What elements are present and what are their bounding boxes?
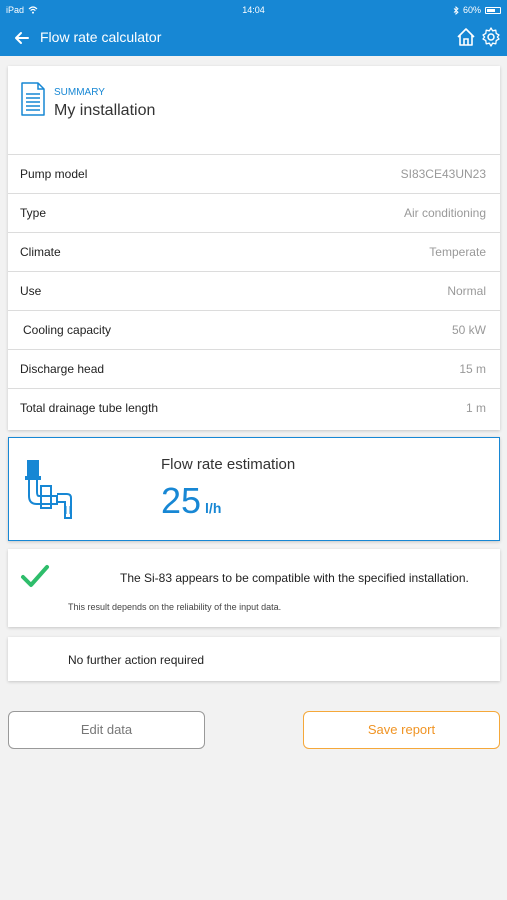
status-bar: iPad 14:04 60% [0,0,507,20]
page-title: Flow rate calculator [40,29,162,45]
detail-value: 50 kW [451,323,486,337]
nav-bar: Flow rate calculator [0,20,507,56]
document-icon [21,82,45,116]
installation-details-list: Pump model SI83CE43UN23 Type Air conditi… [8,154,500,427]
flow-rate-unit: l/h [205,500,222,516]
gear-icon[interactable] [480,26,502,48]
bluetooth-icon [453,5,459,15]
detail-value: 1 m [465,401,486,415]
flow-rate-card: Flow rate estimation 25 l/h [8,437,500,541]
summary-title: My installation [54,102,156,119]
compatibility-message: The Si-83 appears to be compatible with … [120,571,469,585]
status-right: 60% [453,5,501,15]
detail-label: Pump model [20,167,88,181]
checkmark-icon [21,565,49,587]
detail-row-use: Use Normal [8,271,500,310]
detail-label: Discharge head [20,362,105,376]
save-report-button[interactable]: Save report [303,711,500,749]
detail-label: Total drainage tube length [20,401,159,415]
flow-rate-value: 25 l/h [161,480,221,522]
detail-value: Air conditioning [403,206,486,220]
home-icon[interactable] [455,26,477,48]
compatibility-note: This result depends on the reliability o… [68,602,282,612]
detail-value: Normal [447,284,486,298]
detail-row-cooling-capacity: Cooling capacity 50 kW [8,310,500,349]
action-card: No further action required [8,637,500,681]
battery-percent: 60% [462,5,481,15]
pump-icon [25,460,72,519]
detail-label: Cooling capacity [23,323,112,337]
detail-row-pump-model: Pump model SI83CE43UN23 [8,154,500,193]
summary-card: SUMMARY My installation Pump model SI83C… [8,66,500,430]
detail-value: Temperate [429,245,486,259]
detail-row-tube-length: Total drainage tube length 1 m [8,388,500,427]
detail-row-discharge-head: Discharge head 15 m [8,349,500,388]
compatibility-card: The Si-83 appears to be compatible with … [8,549,500,627]
detail-row-type: Type Air conditioning [8,193,500,232]
detail-value: 15 m [459,362,486,376]
detail-row-climate: Climate Temperate [8,232,500,271]
detail-value: SI83CE43UN23 [400,167,486,181]
detail-label: Climate [20,245,61,259]
battery-icon [485,6,501,14]
flow-rate-title: Flow rate estimation [161,456,296,473]
edit-data-button[interactable]: Edit data [8,711,205,749]
detail-label: Use [20,284,42,298]
back-arrow-icon[interactable] [12,28,32,48]
detail-label: Type [20,206,47,220]
summary-section-label: SUMMARY [54,87,105,98]
flow-rate-number: 25 [161,480,202,521]
status-time: 14:04 [242,5,265,15]
action-text: No further action required [68,653,205,667]
